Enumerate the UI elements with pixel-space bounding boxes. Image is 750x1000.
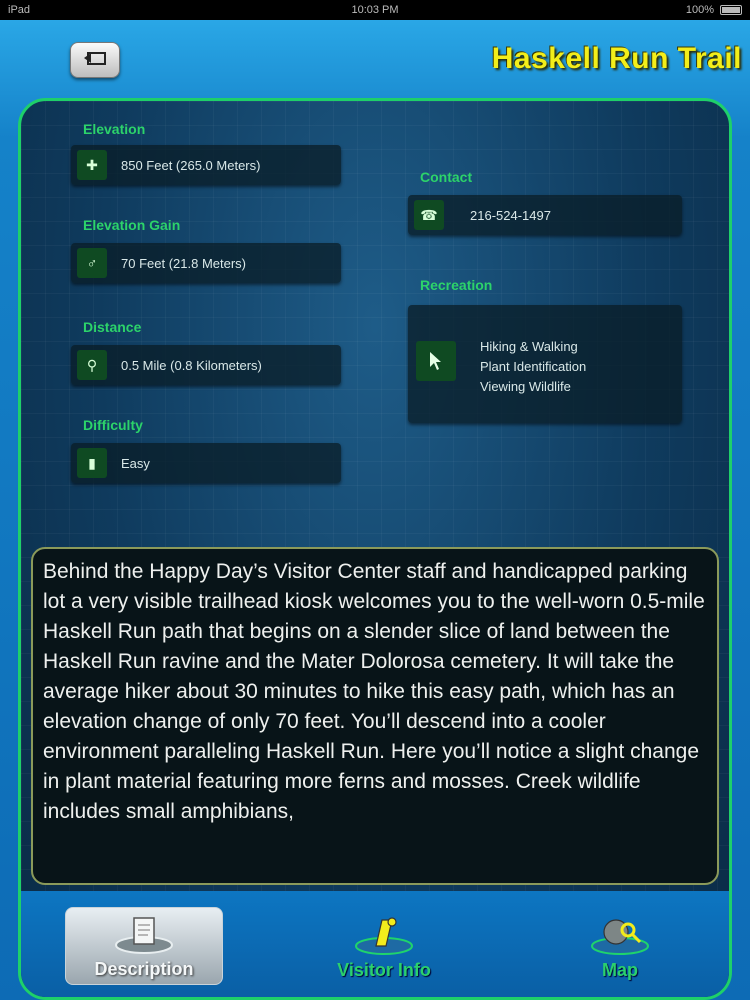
header: Haskell Run Trail — [0, 20, 750, 100]
back-button[interactable] — [70, 42, 120, 78]
device-label: iPad — [8, 4, 31, 16]
recreation-list: Hiking & Walking Plant Identification Vi… — [480, 337, 586, 397]
cursor-icon — [416, 341, 456, 381]
tab-description-label: Description — [94, 959, 194, 979]
plus-icon: ✚ — [77, 150, 107, 180]
app-window: Haskell Run Trail Elevation ✚ 850 Feet (… — [0, 20, 750, 1000]
tab-bar: Description Visitor Info Map — [21, 891, 729, 997]
tab-description[interactable]: Description — [65, 907, 223, 985]
contact-label: Contact — [420, 169, 473, 185]
battery-percent: 100% — [685, 4, 714, 16]
trail-details-panel: Elevation ✚ 850 Feet (265.0 Meters) Elev… — [18, 98, 732, 1000]
list-item: Viewing Wildlife — [480, 379, 571, 394]
elevation-value: 850 Feet (265.0 Meters) — [121, 157, 261, 173]
info-icon — [352, 916, 416, 956]
tab-map[interactable]: Map — [541, 907, 699, 985]
distance-field: ⚲ 0.5 Mile (0.8 Kilometers) — [71, 345, 341, 385]
distance-label: Distance — [83, 319, 142, 335]
recreation-label: Recreation — [420, 277, 493, 293]
status-time: 10:03 PM — [351, 4, 399, 16]
elevation-gain-value: 70 Feet (21.8 Meters) — [121, 255, 246, 271]
tab-map-label: Map — [602, 960, 638, 980]
distance-value: 0.5 Mile (0.8 Kilometers) — [121, 357, 262, 373]
battery-icon — [720, 5, 742, 15]
tab-visitor-info-label: Visitor Info — [337, 960, 431, 980]
pin-icon: ⚲ — [77, 350, 107, 380]
description-textbox[interactable]: Behind the Happy Day’s Visitor Center st… — [31, 547, 719, 885]
phone-icon: ☎ — [414, 200, 444, 230]
difficulty-label: Difficulty — [83, 417, 143, 433]
back-arrow-icon — [84, 52, 106, 65]
status-bar: iPad 10:03 PM 100% — [0, 0, 750, 20]
difficulty-field: ▮ Easy — [71, 443, 341, 483]
document-icon — [112, 915, 176, 955]
description-text: Behind the Happy Day’s Visitor Center st… — [43, 560, 705, 823]
map-magnifier-icon — [588, 916, 652, 956]
elevation-field: ✚ 850 Feet (265.0 Meters) — [71, 145, 341, 185]
list-item: Plant Identification — [480, 359, 587, 374]
elevation-label: Elevation — [83, 121, 146, 137]
tab-visitor-info[interactable]: Visitor Info — [305, 907, 463, 985]
list-item: Hiking & Walking — [480, 339, 578, 354]
contact-value: 216-524-1497 — [470, 207, 551, 223]
recreation-box: Hiking & Walking Plant Identification Vi… — [408, 305, 682, 423]
elevation-gain-field: ♂ 70 Feet (21.8 Meters) — [71, 243, 341, 283]
contact-field[interactable]: ☎ 216-524-1497 — [408, 195, 682, 235]
mountain-icon: ♂ — [77, 248, 107, 278]
level-icon: ▮ — [77, 448, 107, 478]
elevation-gain-label: Elevation Gain — [83, 217, 181, 233]
difficulty-value: Easy — [121, 455, 150, 471]
page-title: Haskell Run Trail — [491, 42, 742, 75]
